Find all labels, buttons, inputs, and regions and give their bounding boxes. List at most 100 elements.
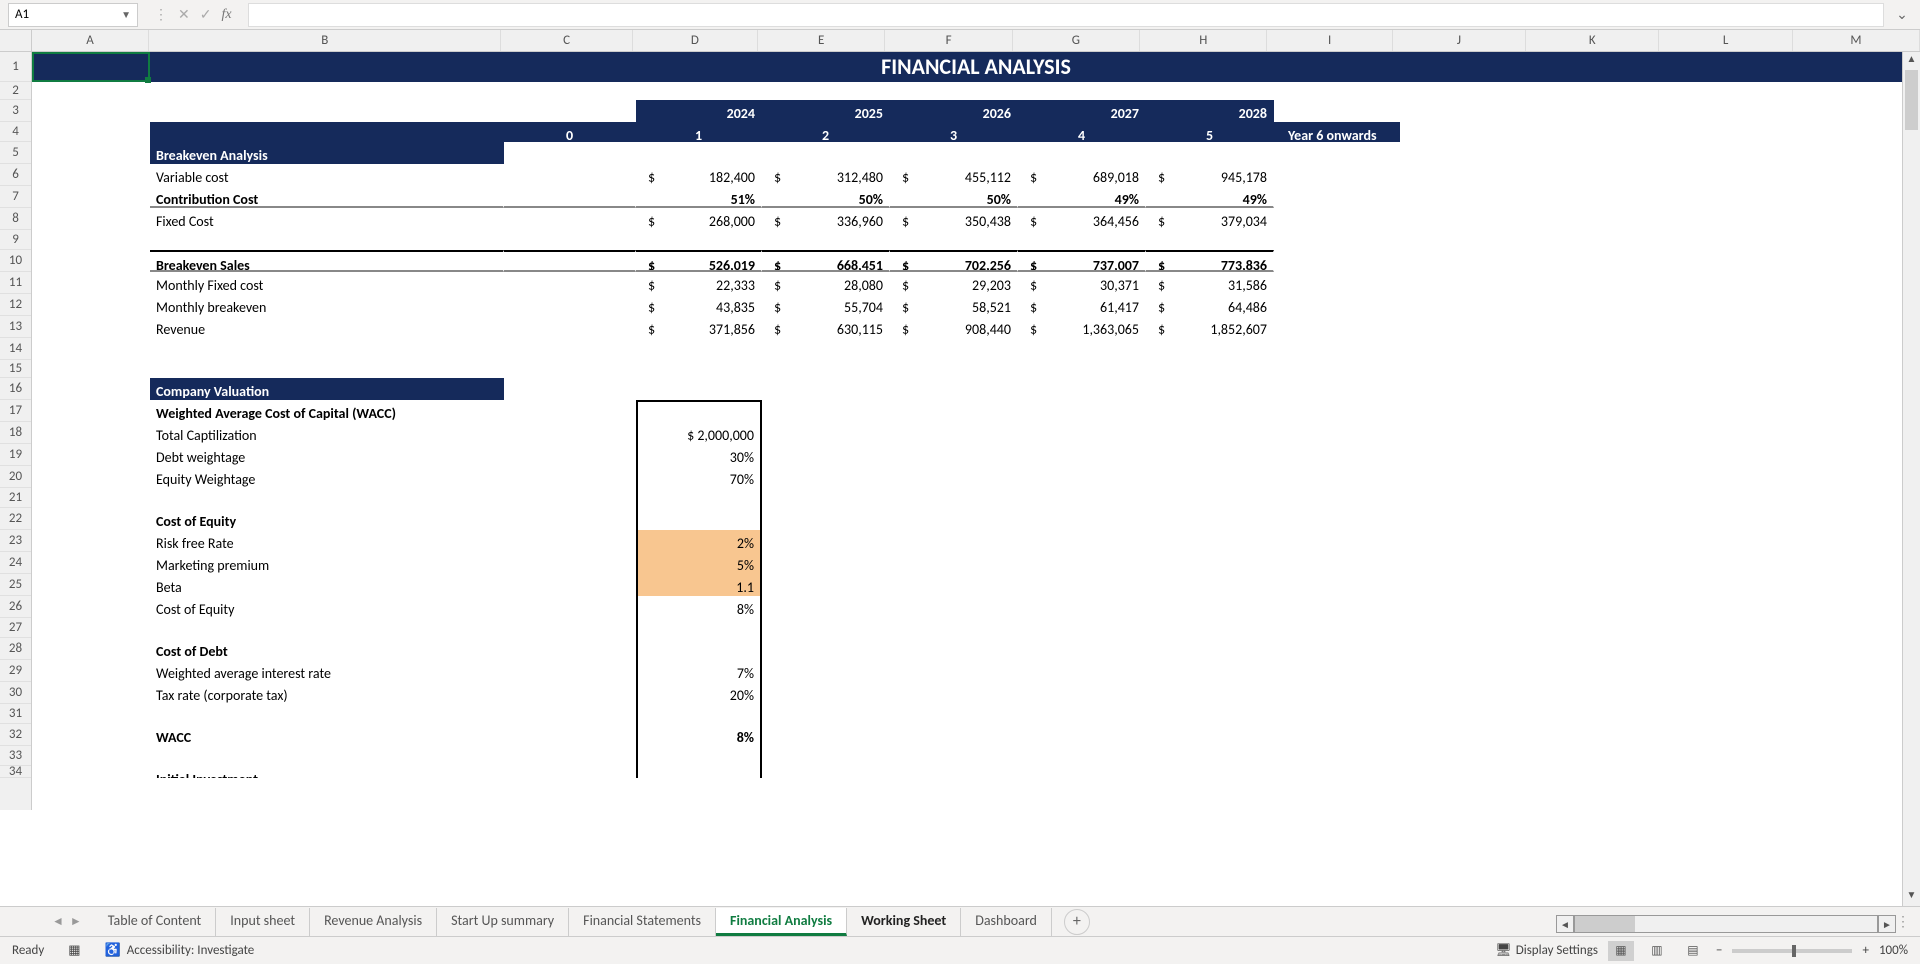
- row-header[interactable]: 24: [0, 552, 31, 574]
- row-header[interactable]: 29: [0, 660, 31, 682]
- horizontal-scrollbar[interactable]: ◄ ►: [1556, 914, 1896, 934]
- row-header[interactable]: 14: [0, 338, 31, 360]
- row-header[interactable]: 16: [0, 378, 31, 400]
- row-header[interactable]: 33: [0, 746, 31, 766]
- sheet-tab[interactable]: Dashboard: [961, 908, 1052, 936]
- row-header[interactable]: 6: [0, 164, 31, 186]
- zoom-level[interactable]: 100%: [1879, 943, 1908, 958]
- row-header[interactable]: 9: [0, 230, 31, 250]
- row-header[interactable]: 27: [0, 618, 31, 638]
- page-layout-view-button[interactable]: ▥: [1644, 941, 1670, 961]
- chevron-down-icon[interactable]: ▼: [121, 8, 131, 21]
- row-header[interactable]: 23: [0, 530, 31, 552]
- row-header[interactable]: 3: [0, 100, 31, 122]
- tab-prev-icon[interactable]: ◄: [52, 914, 64, 929]
- row-label: Contribution Cost: [150, 186, 504, 208]
- row-label: Breakeven Sales: [150, 250, 504, 272]
- zoom-in-button[interactable]: +: [1862, 943, 1868, 958]
- col-header[interactable]: E: [758, 30, 885, 51]
- row-header[interactable]: 25: [0, 574, 31, 596]
- row-header[interactable]: 22: [0, 508, 31, 530]
- row-header[interactable]: 2: [0, 82, 31, 100]
- row-header[interactable]: 17: [0, 400, 31, 422]
- select-all-corner[interactable]: [0, 30, 32, 51]
- sheet-tab[interactable]: Financial Statements: [569, 908, 716, 936]
- sheet-tab[interactable]: Working Sheet: [847, 908, 961, 936]
- row-header[interactable]: 12: [0, 294, 31, 316]
- grid: 1234567891011121314151617181920212223242…: [0, 52, 1920, 810]
- col-header[interactable]: B: [149, 30, 501, 51]
- row-header[interactable]: 18: [0, 422, 31, 444]
- scroll-thumb[interactable]: [1905, 70, 1918, 130]
- row-header[interactable]: 34: [0, 766, 31, 778]
- row-header[interactable]: 19: [0, 444, 31, 466]
- scroll-right-icon[interactable]: ►: [1878, 915, 1896, 933]
- row-header[interactable]: 5: [0, 142, 31, 164]
- row-header[interactable]: 7: [0, 186, 31, 208]
- sheet-tab[interactable]: Financial Analysis: [716, 908, 847, 936]
- scroll-left-icon[interactable]: ◄: [1556, 915, 1574, 933]
- cell-value: $630,115: [762, 316, 890, 338]
- scroll-track[interactable]: [1574, 915, 1878, 933]
- row-header[interactable]: 13: [0, 316, 31, 338]
- zoom-out-button[interactable]: −: [1716, 943, 1722, 958]
- column-headers: A B C D E F G H I J K L M: [0, 30, 1920, 52]
- sheet-tab[interactable]: Input sheet: [216, 908, 310, 936]
- row-label: Variable cost: [150, 164, 504, 186]
- col-header[interactable]: C: [501, 30, 632, 51]
- col-header[interactable]: I: [1267, 30, 1392, 51]
- row-header[interactable]: 28: [0, 638, 31, 660]
- sheet-tab[interactable]: Start Up summary: [437, 908, 569, 936]
- name-box[interactable]: A1 ▼: [8, 3, 138, 27]
- col-header[interactable]: A: [32, 30, 149, 51]
- tab-next-icon[interactable]: ►: [70, 914, 82, 929]
- col-header[interactable]: L: [1659, 30, 1792, 51]
- scroll-up-icon[interactable]: ▲: [1903, 52, 1920, 70]
- year-cell: 2025: [762, 100, 890, 122]
- cells-area[interactable]: FINANCIAL ANALYSIS 2024 2025 2026 2027 2…: [32, 52, 1920, 810]
- display-settings-button[interactable]: 🖥 Display Settings: [1495, 943, 1598, 958]
- row-header[interactable]: 30: [0, 682, 31, 704]
- zoom-slider[interactable]: [1732, 949, 1852, 953]
- row-header[interactable]: 31: [0, 704, 31, 724]
- confirm-icon[interactable]: ✓: [200, 6, 212, 23]
- cell-value: 49%: [1146, 186, 1274, 208]
- row-header[interactable]: 32: [0, 724, 31, 746]
- scroll-thumb[interactable]: [1575, 916, 1635, 932]
- row-header[interactable]: 11: [0, 272, 31, 294]
- col-header[interactable]: G: [1013, 30, 1140, 51]
- cell-value: 49%: [1018, 186, 1146, 208]
- col-header[interactable]: H: [1140, 30, 1267, 51]
- scroll-down-icon[interactable]: ▼: [1903, 888, 1920, 906]
- vertical-scrollbar[interactable]: ▲ ▼: [1902, 52, 1920, 906]
- dropdown-icon[interactable]: ⋮: [154, 6, 168, 23]
- col-header[interactable]: J: [1393, 30, 1526, 51]
- subsection-header: Cost of Equity: [150, 508, 504, 530]
- row-label: Debt weightage: [150, 444, 504, 466]
- accessibility-status[interactable]: ♿ Accessibility: Investigate: [105, 943, 255, 958]
- row-header[interactable]: 1: [0, 52, 31, 82]
- fx-icon[interactable]: fx: [221, 7, 231, 23]
- row-header[interactable]: 20: [0, 466, 31, 488]
- row-header[interactable]: 4: [0, 122, 31, 142]
- macro-icon[interactable]: ▦: [68, 943, 80, 958]
- sheet-tab[interactable]: Table of Content: [94, 908, 216, 936]
- cell-value: 8%: [636, 724, 762, 746]
- add-sheet-button[interactable]: +: [1064, 909, 1090, 935]
- col-header[interactable]: M: [1793, 30, 1920, 51]
- page-break-view-button[interactable]: ▤: [1680, 941, 1706, 961]
- row-header[interactable]: 8: [0, 208, 31, 230]
- cell-value: $55,704: [762, 294, 890, 316]
- row-header[interactable]: 10: [0, 250, 31, 272]
- row-header[interactable]: 21: [0, 488, 31, 508]
- normal-view-button[interactable]: ▦: [1608, 941, 1634, 961]
- col-header[interactable]: K: [1526, 30, 1659, 51]
- col-header[interactable]: D: [633, 30, 758, 51]
- cancel-icon[interactable]: ✕: [178, 6, 190, 23]
- row-header[interactable]: 26: [0, 596, 31, 618]
- formula-input[interactable]: [248, 3, 1884, 27]
- sheet-tab[interactable]: Revenue Analysis: [310, 908, 437, 936]
- row-header[interactable]: 15: [0, 360, 31, 378]
- col-header[interactable]: F: [885, 30, 1012, 51]
- expand-formula-icon[interactable]: ⌄: [1892, 6, 1912, 23]
